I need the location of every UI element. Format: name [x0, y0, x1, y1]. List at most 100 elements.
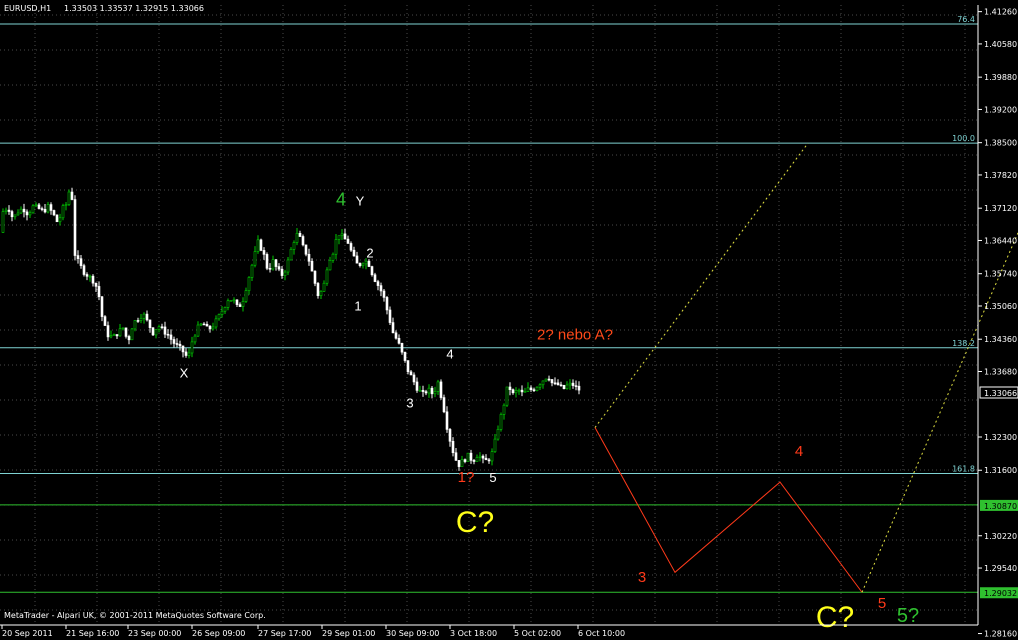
- candle-body: [4, 209, 8, 212]
- candle-body: [262, 250, 266, 255]
- candle-body: [379, 285, 383, 292]
- candle-body: [475, 457, 479, 462]
- candle-body: [136, 320, 140, 322]
- candle-body: [445, 411, 449, 430]
- candle-body: [127, 336, 131, 341]
- wave-label: 3: [638, 569, 646, 586]
- wave-label: Y: [356, 193, 365, 208]
- wave-label: C?: [456, 506, 494, 539]
- candle-body: [169, 334, 173, 340]
- candle-body: [22, 208, 26, 213]
- candle-body: [409, 371, 413, 376]
- wave-label: 2? nebo A?: [537, 327, 613, 344]
- candle-body: [79, 258, 83, 266]
- price-tick-label: 1.40580: [984, 40, 1017, 49]
- candle-body: [46, 204, 50, 213]
- candle-body: [82, 265, 86, 275]
- candle-body: [142, 313, 146, 319]
- time-tick-label: 26 Sep 09:00: [192, 629, 245, 638]
- wave-label: 4: [336, 189, 346, 209]
- candle-body: [1, 211, 5, 233]
- wave-label: 5: [878, 595, 886, 612]
- candle-body: [346, 238, 350, 244]
- candle-body: [163, 326, 167, 335]
- candle-body: [334, 239, 338, 255]
- price-chart[interactable]: 76.4100.0138.2161.81.308701.29032 4 Y21X4…: [0, 0, 1018, 640]
- header-symbol: EURUSD,H1: [4, 4, 51, 13]
- candle-body: [511, 389, 515, 394]
- candle-body: [571, 382, 575, 386]
- candle-body: [181, 345, 185, 353]
- candle-body: [430, 387, 434, 395]
- candle-body: [298, 233, 302, 237]
- time-tick-label: 5 Oct 02:00: [514, 629, 561, 638]
- candle-body: [190, 341, 194, 354]
- candle-body: [553, 382, 557, 385]
- wave-label: C?: [816, 601, 854, 634]
- candle-body: [427, 387, 431, 394]
- candle-body: [529, 387, 533, 391]
- candle-body: [73, 199, 77, 256]
- candle-body: [574, 385, 578, 387]
- candle-body: [322, 282, 326, 292]
- candle-body: [490, 451, 494, 462]
- candle-body: [52, 210, 56, 216]
- candle-body: [244, 290, 248, 302]
- candle-body: [364, 260, 368, 265]
- candle-body: [145, 313, 149, 321]
- candle-body: [472, 460, 476, 462]
- candle-body: [148, 319, 152, 328]
- level-label-h1: 1.30870: [984, 502, 1017, 511]
- candle-body: [442, 397, 446, 413]
- candle-body: [304, 244, 308, 255]
- candle-body: [424, 391, 428, 394]
- candle-body: [40, 208, 44, 210]
- candle-body: [301, 236, 305, 246]
- candle-body: [400, 343, 404, 353]
- candle-body: [184, 351, 188, 356]
- candle-body: [367, 260, 371, 267]
- candle-body: [394, 332, 398, 339]
- candle-body: [349, 243, 353, 251]
- candle-body: [337, 235, 341, 240]
- candle-body: [241, 301, 245, 307]
- candle-body: [523, 391, 527, 393]
- candle-body: [463, 459, 467, 462]
- candle-body: [247, 277, 251, 291]
- price-tick-label: 1.39200: [984, 105, 1017, 114]
- footer-copyright: MetaTrader - Alpari UK, © 2001-2011 Meta…: [4, 611, 266, 620]
- candle-body: [202, 323, 206, 326]
- candle-body: [91, 275, 95, 284]
- candle-body: [577, 385, 581, 391]
- wave-label: 1: [354, 299, 361, 314]
- candle-body: [292, 242, 296, 250]
- candle-body: [172, 339, 176, 344]
- candle-body: [157, 326, 161, 330]
- chart-background: [0, 0, 1018, 640]
- candle-body: [526, 387, 530, 392]
- candle-body: [70, 191, 74, 200]
- candle-body: [316, 283, 320, 296]
- candle-body: [64, 204, 68, 206]
- price-tick-label: 1.39880: [984, 73, 1017, 82]
- price-tick-label: 1.29540: [984, 564, 1017, 573]
- candle-body: [7, 209, 11, 212]
- candle-body: [229, 299, 233, 302]
- candle-body: [226, 300, 230, 308]
- candle-body: [556, 382, 560, 386]
- candle-body: [34, 204, 38, 207]
- candle-body: [175, 343, 179, 345]
- level-label-138.2: 138.2: [952, 339, 975, 348]
- candle-body: [166, 333, 170, 336]
- candle-body: [565, 384, 569, 389]
- candle-body: [118, 328, 122, 337]
- candle-body: [274, 259, 278, 267]
- candle-body: [373, 274, 377, 282]
- candle-body: [133, 320, 137, 330]
- candle-body: [355, 255, 359, 264]
- time-tick-label: 21 Sep 16:00: [66, 629, 119, 638]
- candle-body: [547, 378, 551, 381]
- candle-body: [376, 281, 380, 286]
- price-tick-label: 1.31600: [984, 466, 1017, 475]
- candle-body: [517, 389, 521, 392]
